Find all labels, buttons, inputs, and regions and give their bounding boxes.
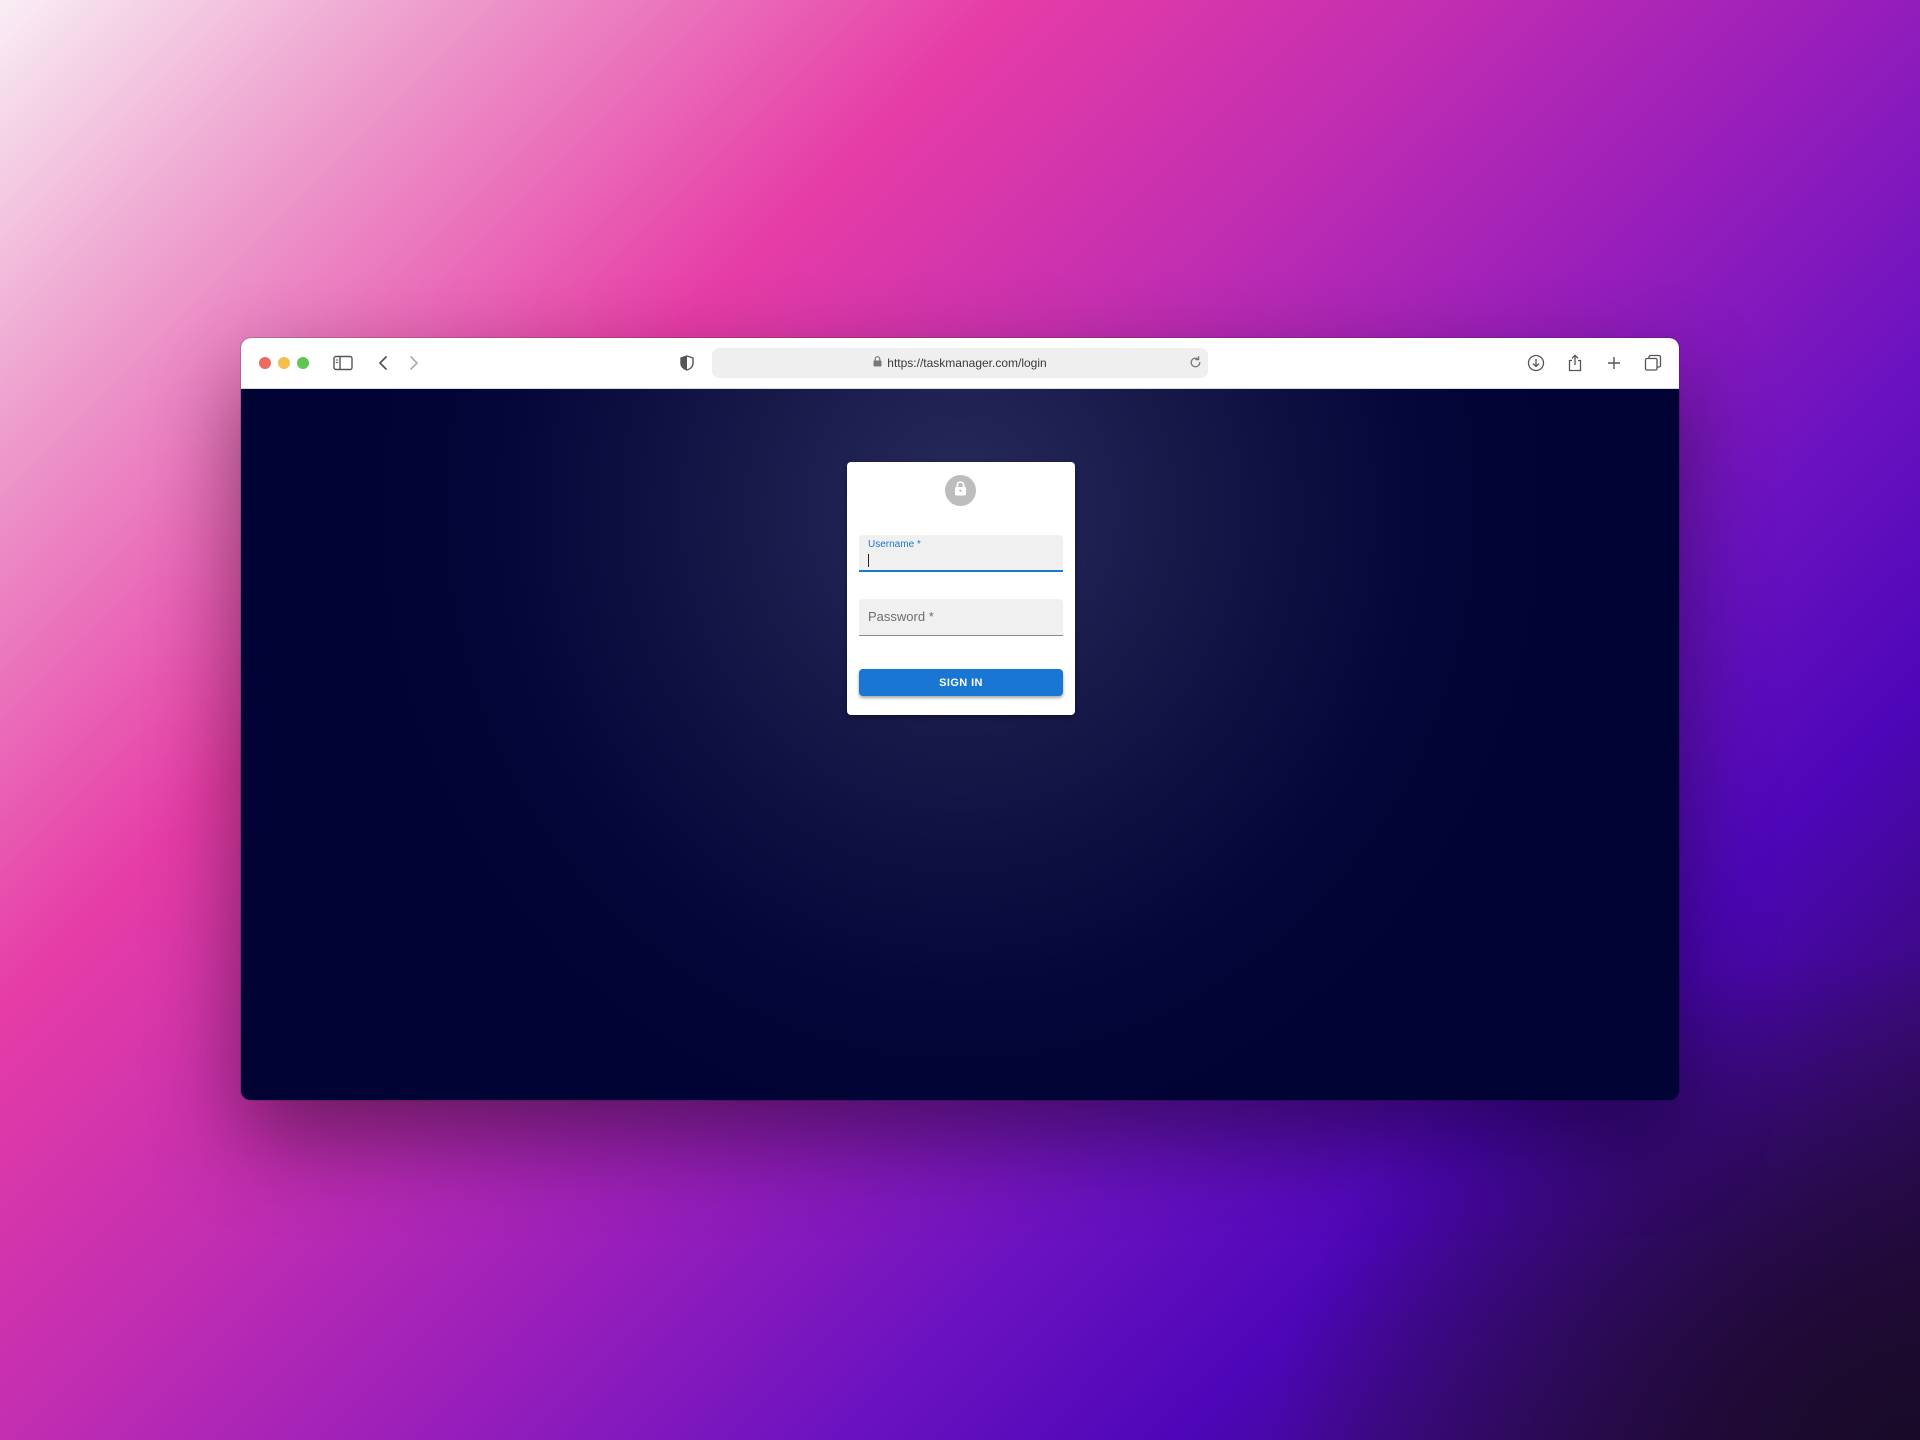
zoom-window-button[interactable] (297, 357, 309, 369)
chevron-right-icon[interactable] (402, 351, 426, 375)
browser-window: https://taskmanager.com/login Username *… (241, 338, 1679, 1100)
shield-icon[interactable] (675, 351, 699, 375)
address-bar[interactable]: https://taskmanager.com/login (712, 348, 1208, 378)
plus-icon[interactable] (1602, 351, 1626, 375)
url-text: https://taskmanager.com/login (887, 356, 1047, 370)
lock-icon (873, 356, 882, 370)
share-icon[interactable] (1563, 351, 1587, 375)
page-content: Username * Password * SIGN IN (241, 389, 1679, 1100)
chevron-left-icon[interactable] (371, 351, 395, 375)
text-caret (868, 554, 869, 567)
username-field[interactable]: Username * (859, 535, 1063, 572)
browser-toolbar: https://taskmanager.com/login (241, 338, 1679, 389)
username-input[interactable] (868, 552, 1054, 568)
sidebar-icon[interactable] (331, 351, 355, 375)
sign-in-button[interactable]: SIGN IN (859, 669, 1063, 696)
tabs-overview-icon[interactable] (1641, 351, 1665, 375)
minimize-window-button[interactable] (278, 357, 290, 369)
download-icon[interactable] (1524, 351, 1548, 375)
close-window-button[interactable] (259, 357, 271, 369)
password-field[interactable]: Password * (859, 599, 1063, 636)
login-card: Username * Password * SIGN IN (847, 462, 1075, 715)
reload-icon[interactable] (1189, 356, 1202, 374)
username-label: Username * (868, 539, 921, 550)
lock-icon (954, 480, 967, 501)
avatar (945, 475, 976, 506)
password-input[interactable] (868, 609, 1054, 625)
